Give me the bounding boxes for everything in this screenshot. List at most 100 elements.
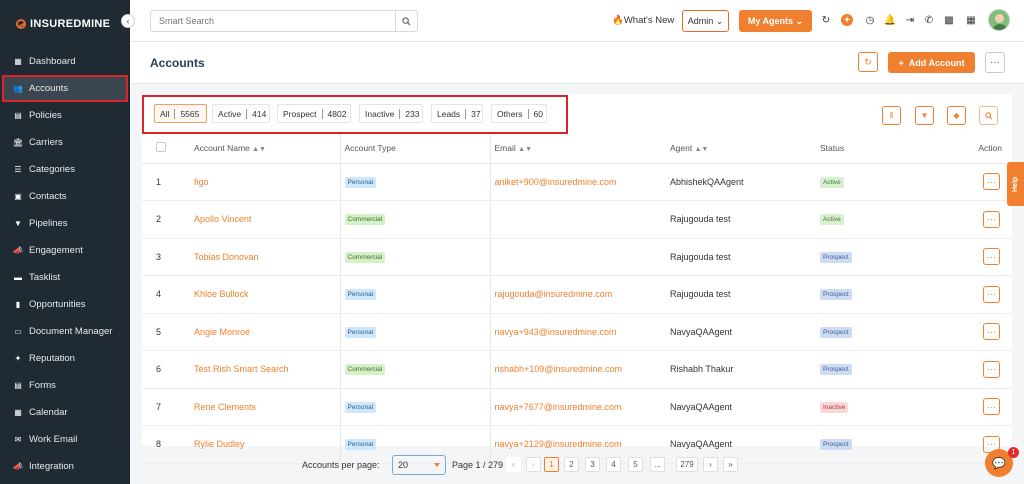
prev-page-button[interactable]: ‹ <box>526 457 541 472</box>
email-link[interactable]: rishabh+109@insuredmine.com <box>495 364 622 374</box>
table-row[interactable]: 1 figo Personal aniket+900@insuredmine.com A… <box>142 163 1012 201</box>
table-row[interactable]: 5 Angie Monroe Personal navya+943@insuredmi… <box>142 313 1012 351</box>
account-name-link[interactable]: figo <box>194 177 209 187</box>
filter-chip-prospect[interactable]: Prospect 4802 <box>277 104 351 123</box>
row-action-button[interactable]: ··· <box>983 360 1000 378</box>
folder-icon: ▭ <box>14 327 22 336</box>
sidebar-item-calendar[interactable]: ▦ Calendar <box>0 399 130 426</box>
per-page-select[interactable]: 20 <box>392 455 446 475</box>
whats-new-link[interactable]: 🔥What's New <box>612 15 674 26</box>
select-all-checkbox[interactable] <box>156 142 166 153</box>
avatar[interactable] <box>988 9 1010 31</box>
columns-button[interactable]: ⦀ <box>882 106 901 125</box>
page-button[interactable]: 1 <box>544 457 559 472</box>
row-action-button[interactable]: ··· <box>983 173 1000 191</box>
my-agents-button[interactable]: My Agents ⌄ <box>739 10 812 32</box>
header-email[interactable]: Email ▲▼ <box>490 134 670 164</box>
row-action-button[interactable]: ··· <box>983 248 1000 266</box>
sidebar-item-reputation[interactable]: ✦ Reputation <box>0 345 130 372</box>
sidebar-collapse-button[interactable]: ‹ <box>121 14 135 28</box>
table-row[interactable]: 4 Khloe Bullock Personal rajugouda@insuredm… <box>142 275 1012 314</box>
sidebar-item-accounts[interactable]: 👥 Accounts <box>2 75 128 102</box>
account-name-link[interactable]: Angie Monroe <box>194 327 250 337</box>
email-link[interactable]: aniket+900@insuredmine.com <box>495 177 617 187</box>
table-row[interactable]: 3 Tobias Donovan Commercial Rajugouda test P… <box>142 238 1012 276</box>
admin-dropdown[interactable]: Admin ⌄ <box>682 10 729 32</box>
email-link[interactable]: navya+943@insuredmine.com <box>495 327 617 337</box>
logout-icon[interactable]: ⇥ <box>904 14 916 26</box>
sidebar-item-integration[interactable]: 📣 Integration <box>0 453 130 480</box>
more-options-button[interactable]: ··· <box>985 52 1005 73</box>
sidebar-item-opportunities[interactable]: ▮ Opportunities <box>0 291 130 318</box>
sidebar-item-document-manager[interactable]: ▭ Document Manager <box>0 318 130 345</box>
sidebar-item-engagement[interactable]: 📣 Engagement <box>0 237 130 264</box>
sidebar-item-work-email[interactable]: ✉ Work Email <box>0 426 130 453</box>
filter-chip-others[interactable]: Others 60 <box>491 104 547 123</box>
page-button[interactable]: 4 <box>606 457 621 472</box>
dashboard-icon: ▦ <box>14 57 22 66</box>
page-button[interactable]: 279 <box>676 457 698 472</box>
phone-icon[interactable]: ✆ <box>923 14 935 26</box>
row-action-button[interactable]: ··· <box>983 285 1000 303</box>
account-name-link[interactable]: Apollo Vincent <box>194 214 251 224</box>
sidebar-item-label: Engagement <box>29 245 83 256</box>
first-page-button[interactable]: « <box>506 457 521 472</box>
apps-icon[interactable]: ▦ <box>965 14 977 26</box>
refresh-button[interactable]: ↻ <box>858 52 878 72</box>
row-number: 4 <box>142 275 194 314</box>
row-action-button[interactable]: ··· <box>983 210 1000 228</box>
email-link[interactable]: navya+2129@insuredmine.com <box>495 439 622 449</box>
account-name-link[interactable]: Tobias Donovan <box>194 252 259 262</box>
filter-button[interactable]: ▼ <box>915 106 934 125</box>
bell-icon[interactable]: 🔔 <box>884 14 896 26</box>
account-name-link[interactable]: Test Rish Smart Search <box>194 364 289 374</box>
table-row[interactable]: 2 Apollo Vincent Commercial Rajugouda test A… <box>142 200 1012 239</box>
add-account-button[interactable]: + Add Account <box>888 52 975 73</box>
next-page-button[interactable]: › <box>703 457 718 472</box>
account-name-link[interactable]: Rene Clements <box>194 402 256 412</box>
search-input[interactable] <box>151 11 395 31</box>
sidebar-item-policies[interactable]: ▤ Policies <box>0 102 130 129</box>
chip-icon[interactable]: ▩ <box>943 14 955 26</box>
sidebar-item-pipelines[interactable]: ▼ Pipelines <box>0 210 130 237</box>
brand-logo[interactable]: INSUREDMINE <box>0 0 130 48</box>
email-cell: aniket+900@insuredmine.com <box>490 163 670 201</box>
last-page-button[interactable]: » <box>723 457 738 472</box>
sidebar-item-contacts[interactable]: ▣ Contacts <box>0 183 130 210</box>
header-label: Email <box>494 143 516 154</box>
email-link[interactable]: rajugouda@insuredmine.com <box>495 289 613 299</box>
agent-cell: Rajugouda test <box>670 200 820 239</box>
email-link[interactable]: navya+7677@insuredmine.com <box>495 402 622 412</box>
action-cell: ··· <box>960 200 1012 239</box>
status-badge: Prospect <box>820 289 852 301</box>
page-button[interactable]: 5 <box>628 457 643 472</box>
refresh-icon[interactable]: ↻ <box>820 14 832 26</box>
header-account-name[interactable]: Account Name ▲▼ <box>194 134 341 164</box>
page-button[interactable]: 3 <box>585 457 600 472</box>
sidebar-item-forms[interactable]: ▤ Forms <box>0 372 130 399</box>
sidebar-item-carriers[interactable]: 🏛 Carriers <box>0 129 130 156</box>
search-button[interactable] <box>395 11 417 31</box>
sidebar-item-tasklist[interactable]: ▬ Tasklist <box>0 264 130 291</box>
sidebar-item-categories[interactable]: ☰ Categories <box>0 156 130 183</box>
header-agent[interactable]: Agent ▲▼ <box>670 134 820 164</box>
page-button[interactable]: 2 <box>564 457 579 472</box>
account-name-link[interactable]: Rylie Dudley <box>194 439 245 449</box>
filter-chip-all[interactable]: All 5565 <box>154 104 207 123</box>
row-action-button[interactable]: ··· <box>983 398 1000 416</box>
account-name-link[interactable]: Khloe Bullock <box>194 289 249 299</box>
clock-icon[interactable]: ◷ <box>864 14 876 26</box>
filter-chip-inactive[interactable]: Inactive 233 <box>359 104 423 123</box>
sidebar-item-label: Dashboard <box>29 56 76 67</box>
filter-chip-leads[interactable]: Leads 37 <box>431 104 483 123</box>
table-search-button[interactable] <box>979 106 998 125</box>
plus-icon[interactable]: + <box>841 14 853 26</box>
help-tab[interactable]: Help <box>1007 162 1024 206</box>
action-cell: ··· <box>960 238 1012 276</box>
row-action-button[interactable]: ··· <box>983 323 1000 341</box>
table-row[interactable]: 6 Test Rish Smart Search Commercial rishabh… <box>142 350 1012 389</box>
filter-chip-active[interactable]: Active 414 <box>212 104 270 123</box>
sidebar-item-dashboard[interactable]: ▦ Dashboard <box>0 48 130 75</box>
table-row[interactable]: 7 Rene Clements Personal navya+7677@insured… <box>142 388 1012 426</box>
tag-button[interactable]: ◆ <box>947 106 966 125</box>
